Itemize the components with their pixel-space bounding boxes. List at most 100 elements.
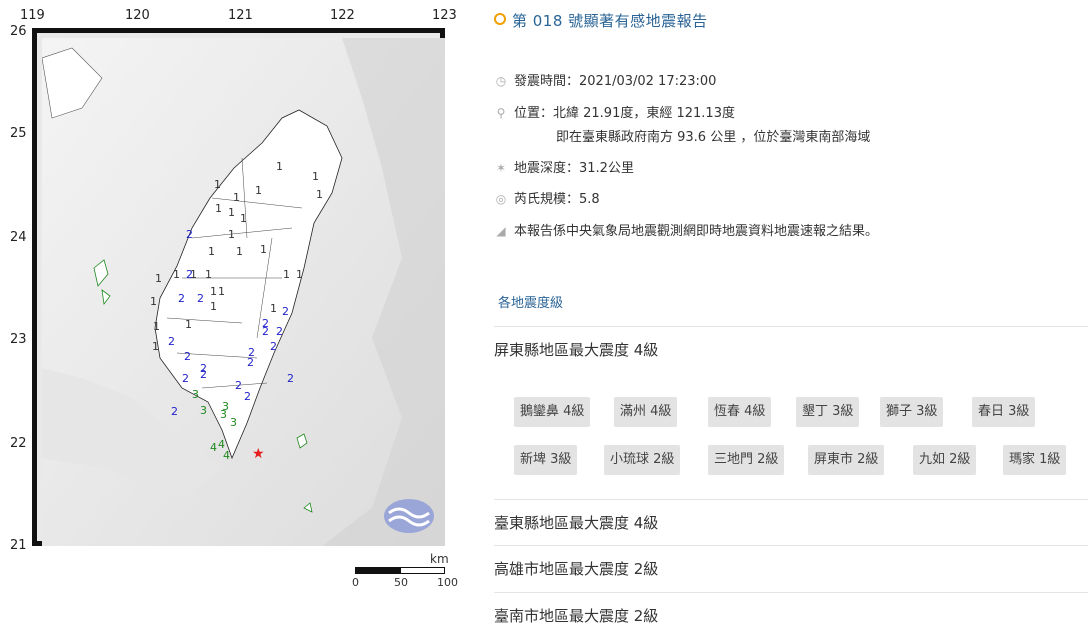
station-intensity-label: 1 bbox=[276, 160, 283, 173]
terrain: ★ bbox=[42, 38, 445, 546]
station-intensity-label: 2 bbox=[282, 305, 289, 318]
station-intensity-label: 2 bbox=[235, 379, 242, 392]
station-intensity-label: 1 bbox=[185, 318, 192, 331]
station-intensity-label: 1 bbox=[255, 184, 262, 197]
station-intensity-label: 2 bbox=[186, 228, 193, 241]
station-intensity-label: 4 bbox=[223, 449, 230, 462]
epicenter-star-icon: ★ bbox=[252, 446, 265, 462]
station-intensity-label: 1 bbox=[218, 285, 225, 298]
station-intensity-label: 1 bbox=[270, 302, 277, 315]
station-chip[interactable]: 恆春 4級 bbox=[708, 397, 772, 427]
station-chip[interactable]: 墾丁 3級 bbox=[796, 397, 860, 427]
station-intensity-label: 1 bbox=[208, 245, 215, 258]
intensity-map: 119 120 121 122 123 26 25 24 23 22 21 ★ … bbox=[0, 0, 470, 600]
station-intensity-label: 3 bbox=[220, 408, 227, 421]
station-intensity-label: 1 bbox=[260, 243, 267, 256]
station-intensity-label: 1 bbox=[173, 268, 180, 281]
station-intensity-label: 2 bbox=[186, 268, 193, 281]
circle-icon bbox=[494, 13, 506, 25]
scale-unit: km bbox=[430, 552, 449, 566]
station-chip[interactable]: 屏東市 2級 bbox=[808, 445, 885, 475]
section-heading: 各地震度級 bbox=[498, 296, 564, 311]
station-intensity-label: 1 bbox=[312, 170, 319, 183]
station-intensity-label: 2 bbox=[287, 372, 294, 385]
lon-label: 122 bbox=[330, 8, 355, 23]
map-frame: ★ bbox=[32, 28, 445, 546]
clock-icon: ◷ bbox=[495, 74, 507, 88]
lon-label: 119 bbox=[20, 8, 45, 23]
station-chip[interactable]: 九如 2級 bbox=[913, 445, 977, 475]
station-intensity-label: 2 bbox=[244, 390, 251, 403]
lon-label: 123 bbox=[432, 8, 457, 23]
station-intensity-label: 1 bbox=[240, 212, 247, 225]
scale-tick: 50 bbox=[394, 576, 408, 589]
station-intensity-label: 1 bbox=[215, 202, 222, 215]
cwb-logo-icon bbox=[384, 499, 434, 533]
station-chip[interactable]: 小琉球 2級 bbox=[604, 445, 681, 475]
station-intensity-label: 2 bbox=[276, 325, 283, 338]
taiwan-outline bbox=[42, 38, 445, 546]
station-intensity-label: 1 bbox=[153, 320, 160, 333]
station-intensity-label: 2 bbox=[200, 368, 207, 381]
station-chip[interactable]: 三地門 2級 bbox=[708, 445, 785, 475]
lon-label: 120 bbox=[125, 8, 150, 23]
scale-tick: 100 bbox=[437, 576, 458, 589]
station-chip[interactable]: 瑪家 1級 bbox=[1003, 445, 1067, 475]
station-chip[interactable]: 鵝鑾鼻 4級 bbox=[514, 397, 591, 427]
scale-tick: 0 bbox=[352, 576, 359, 589]
station-intensity-label: 2 bbox=[197, 292, 204, 305]
station-intensity-label: 1 bbox=[233, 191, 240, 204]
station-intensity-label: 1 bbox=[228, 228, 235, 241]
lat-label: 21 bbox=[10, 538, 27, 553]
county-tainan[interactable]: 臺南市地區最大震度 2級 bbox=[494, 592, 1088, 638]
lat-label: 26 bbox=[10, 24, 27, 39]
county-kaohsiung[interactable]: 高雄市地區最大震度 2級 bbox=[494, 545, 1088, 591]
station-intensity-label: 3 bbox=[192, 388, 199, 401]
station-intensity-label: 4 bbox=[210, 441, 217, 454]
station-intensity-label: 2 bbox=[270, 340, 277, 353]
lat-label: 23 bbox=[10, 332, 27, 347]
station-intensity-label: 2 bbox=[247, 356, 254, 369]
magnitude: ◎ 芮氏規模：5.8 bbox=[495, 192, 600, 207]
station-intensity-label: 1 bbox=[296, 268, 303, 281]
county-pingtung[interactable]: 屏東縣地區最大震度 4級 bbox=[494, 326, 1088, 374]
station-intensity-label: 1 bbox=[214, 178, 221, 191]
station-intensity-label: 1 bbox=[228, 206, 235, 219]
location-detail: 即在臺東縣政府南方 93.6 公里 ，位於臺灣東南部海域 bbox=[556, 130, 871, 145]
lat-label: 25 bbox=[10, 126, 27, 141]
depth: ✶ 地震深度：31.2公里 bbox=[495, 161, 634, 176]
station-intensity-label: 2 bbox=[184, 350, 191, 363]
station-intensity-label: 1 bbox=[283, 268, 290, 281]
station-intensity-label: 1 bbox=[316, 188, 323, 201]
station-intensity-label: 3 bbox=[230, 416, 237, 429]
station-chip[interactable]: 滿州 4級 bbox=[614, 397, 678, 427]
map-pin-icon: ⚲ bbox=[496, 106, 506, 120]
station-intensity-label: 2 bbox=[178, 292, 185, 305]
station-intensity-label: 2 bbox=[168, 335, 175, 348]
lat-label: 24 bbox=[10, 230, 27, 245]
station-intensity-label: 1 bbox=[152, 340, 159, 353]
origin-time: ◷ 發震時間：2021/03/02 17:23:00 bbox=[495, 74, 717, 89]
station-chip[interactable]: 新埤 3級 bbox=[514, 445, 578, 475]
report-note: ◢ 本報告係中央氣象局地震觀測網即時地震資料地震速報之結果。 bbox=[494, 220, 878, 239]
station-chip[interactable]: 獅子 3級 bbox=[880, 397, 944, 427]
station-intensity-label: 2 bbox=[262, 317, 269, 330]
station-intensity-label: 1 bbox=[155, 272, 162, 285]
station-intensity-label: 1 bbox=[210, 285, 217, 298]
megaphone-icon: ◢ bbox=[496, 224, 506, 238]
station-intensity-label: 1 bbox=[236, 245, 243, 258]
station-intensity-label: 2 bbox=[171, 405, 178, 418]
lon-label: 121 bbox=[228, 8, 253, 23]
station-intensity-label: 1 bbox=[150, 295, 157, 308]
station-intensity-label: 3 bbox=[200, 404, 207, 417]
station-intensity-label: 1 bbox=[205, 268, 212, 281]
star-icon: ✶ bbox=[495, 161, 507, 175]
station-chip[interactable]: 春日 3級 bbox=[972, 397, 1036, 427]
station-intensity-label: 1 bbox=[210, 300, 217, 313]
report-title: 第 018 號顯著有感地震報告 bbox=[494, 10, 708, 31]
lat-label: 22 bbox=[10, 436, 27, 451]
waves-icon: ◎ bbox=[495, 192, 507, 206]
station-intensity-label: 2 bbox=[182, 372, 189, 385]
location: ⚲ 位置：北緯 21.91度，東經 121.13度 bbox=[494, 102, 735, 121]
county-taitung[interactable]: 臺東縣地區最大震度 4級 bbox=[494, 499, 1088, 545]
